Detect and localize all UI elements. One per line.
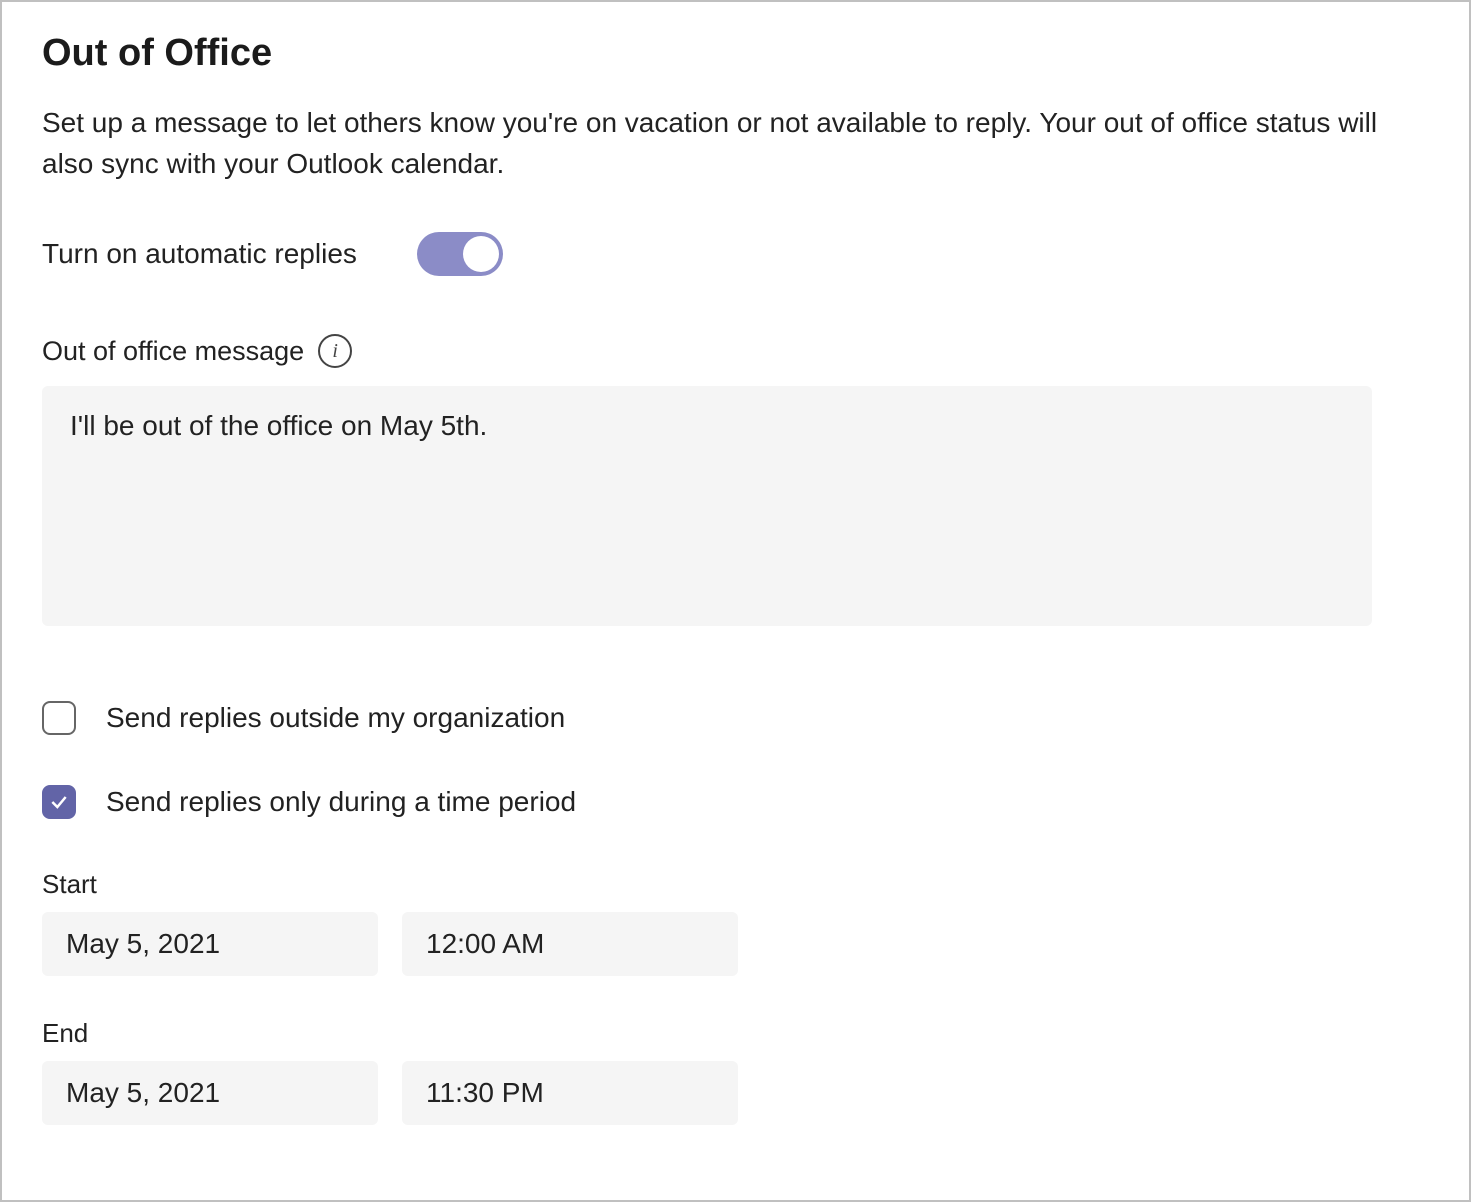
time-period-checkbox[interactable] bbox=[42, 785, 76, 819]
time-period-checkbox-row: Send replies only during a time period bbox=[42, 785, 1429, 819]
send-outside-checkbox-row: Send replies outside my organization bbox=[42, 701, 1429, 735]
out-of-office-dialog: Out of Office Set up a message to let ot… bbox=[0, 0, 1471, 1202]
start-time-row: May 5, 2021 12:00 AM bbox=[42, 912, 1429, 976]
info-icon[interactable]: i bbox=[318, 334, 352, 368]
end-time-picker[interactable]: 11:30 PM bbox=[402, 1061, 738, 1125]
start-time-picker[interactable]: 12:00 AM bbox=[402, 912, 738, 976]
automatic-replies-toggle-label: Turn on automatic replies bbox=[42, 238, 357, 270]
message-label-row: Out of office message i bbox=[42, 334, 1429, 368]
message-label: Out of office message bbox=[42, 336, 304, 367]
end-time-row: May 5, 2021 11:30 PM bbox=[42, 1061, 1429, 1125]
send-outside-label: Send replies outside my organization bbox=[106, 702, 565, 734]
end-date-picker[interactable]: May 5, 2021 bbox=[42, 1061, 378, 1125]
start-date-picker[interactable]: May 5, 2021 bbox=[42, 912, 378, 976]
message-textarea[interactable] bbox=[42, 386, 1372, 626]
time-section: Start May 5, 2021 12:00 AM End May 5, 20… bbox=[42, 869, 1429, 1125]
send-outside-checkbox[interactable] bbox=[42, 701, 76, 735]
automatic-replies-toggle[interactable] bbox=[417, 232, 503, 276]
end-label: End bbox=[42, 1018, 1429, 1049]
dialog-description: Set up a message to let others know you'… bbox=[42, 103, 1422, 184]
automatic-replies-toggle-row: Turn on automatic replies bbox=[42, 232, 1429, 276]
start-label: Start bbox=[42, 869, 1429, 900]
toggle-knob bbox=[463, 236, 499, 272]
time-period-label: Send replies only during a time period bbox=[106, 786, 576, 818]
dialog-title: Out of Office bbox=[42, 32, 1429, 75]
